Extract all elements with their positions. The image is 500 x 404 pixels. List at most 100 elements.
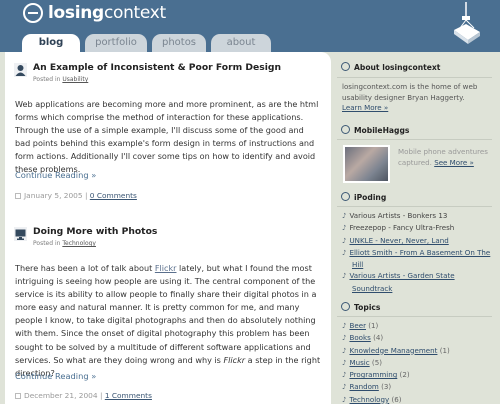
list-item: ♪ Freezepop - Fancy Ultra-Fresh: [342, 222, 494, 234]
topic-link[interactable]: Programming: [349, 370, 397, 379]
topic-link[interactable]: Beer: [349, 321, 366, 330]
topic-count: (1): [368, 321, 379, 330]
sidebar-heading-about: About losingcontext: [341, 62, 440, 72]
mobile-photo-thumbnail[interactable]: [343, 145, 390, 183]
section-bullet-icon: [341, 192, 350, 201]
learn-more-link[interactable]: Learn More »: [342, 103, 388, 112]
blog-post: An Example of Inconsistent & Poor Form D…: [14, 62, 322, 212]
heading-text: About losingcontext: [354, 63, 441, 72]
tab-blog[interactable]: blog: [22, 34, 80, 52]
list-item: ♪ Various Artists - Bonkers 13: [342, 210, 494, 222]
sidebar-heading-topics: Topics: [341, 302, 380, 312]
post-text: lately, but what I found the most intrig…: [15, 263, 317, 365]
list-item: ♪ Random (3): [342, 381, 494, 393]
track-text: Various Artists - Bonkers 13: [349, 211, 448, 220]
sidebar-heading-mobile: MobileHaggs: [341, 125, 409, 135]
meta-separator: |: [84, 191, 88, 200]
about-text: losingcontext.com is the home of web usa…: [342, 82, 492, 114]
track-link[interactable]: Elliott Smith - From A Basement On The H…: [349, 248, 490, 269]
divider: [337, 316, 492, 317]
meta-separator: |: [99, 391, 103, 400]
music-note-icon: ♪: [342, 224, 347, 233]
list-item: ♪ Programming (2): [342, 369, 494, 381]
list-item: ♪ Technology (6): [342, 394, 494, 404]
music-note-icon: ♪: [342, 322, 347, 330]
comments-link[interactable]: 1 Comments: [105, 391, 152, 400]
section-bullet-icon: [341, 125, 350, 134]
site-logo[interactable]: losingcontext: [48, 3, 166, 23]
music-note-icon: ♪: [342, 358, 347, 367]
topic-count: (5): [371, 357, 382, 367]
divider: [337, 139, 492, 140]
list-item: ♪ Beer (1): [342, 320, 494, 332]
topic-count: (3): [381, 382, 392, 392]
section-bullet-icon: [341, 302, 350, 311]
user-icon: [14, 63, 27, 77]
main-content: An Example of Inconsistent & Poor Form D…: [5, 52, 331, 404]
music-note-icon: ♪: [342, 248, 347, 257]
site-header: losingcontext blog portfolio photos abou…: [0, 0, 500, 52]
topic-link[interactable]: Books: [349, 333, 370, 342]
list-item: ♪ Knowledge Management (1): [342, 345, 494, 357]
topic-link[interactable]: Random: [349, 382, 378, 391]
ipod-track-list: ♪ Various Artists - Bonkers 13 ♪ Freezepop…: [342, 210, 494, 294]
topic-link[interactable]: Knowledge Management: [349, 346, 437, 355]
music-note-icon: ♪: [342, 371, 347, 380]
post-title[interactable]: Doing More with Photos: [33, 226, 157, 237]
topic-count: (4): [373, 333, 384, 343]
mobile-text: Mobile phone adventures captured. See Mo…: [398, 147, 488, 168]
crane-icon: [454, 2, 480, 44]
heading-text: iPoding: [354, 193, 387, 202]
comments-link[interactable]: 0 Comments: [90, 191, 137, 200]
list-item: ♪ Books (4): [342, 332, 494, 344]
topic-link[interactable]: Music: [349, 358, 369, 367]
logo-icon[interactable]: [23, 3, 43, 23]
section-bullet-icon: [341, 62, 350, 71]
tab-about[interactable]: about: [211, 34, 271, 52]
music-note-icon: ♪: [342, 272, 347, 281]
post-emphasis: Flickr: [223, 354, 246, 365]
posted-in: Posted in Usability: [33, 76, 88, 83]
post-date: January 5, 2005: [24, 191, 83, 200]
track-link[interactable]: Various Artists - Garden State Soundtrac…: [349, 271, 454, 292]
tab-photos[interactable]: photos: [152, 34, 206, 52]
sidebar: About losingcontext losingcontext.com is…: [337, 52, 497, 404]
post-date: December 21, 2004: [24, 391, 98, 400]
logo-bold: losing: [48, 3, 104, 23]
about-description: losingcontext.com is the home of web usa…: [342, 82, 478, 102]
topic-count: (6): [391, 394, 402, 404]
topic-link[interactable]: Technology: [349, 395, 389, 404]
list-item: ♪ Various Artists - Garden State Soundtra…: [342, 270, 494, 294]
posted-in-label: Posted in: [33, 240, 61, 247]
continue-reading-link[interactable]: Continue Reading »: [15, 371, 96, 381]
topic-count: (2): [399, 370, 410, 380]
post-title[interactable]: An Example of Inconsistent & Poor Form D…: [33, 62, 281, 73]
topic-count: (1): [439, 345, 450, 355]
heading-text: Topics: [354, 303, 381, 312]
calendar-icon: [15, 193, 21, 199]
music-note-icon: ♪: [342, 383, 347, 392]
list-item: ♪ Music (5): [342, 357, 494, 369]
post-meta: January 5, 2005 | 0 Comments: [15, 191, 137, 200]
music-note-icon: ♪: [342, 346, 347, 355]
music-note-icon: ♪: [342, 236, 347, 245]
list-item: ♪ UNKLE - Never, Never, Land: [342, 235, 494, 247]
divider: [337, 206, 492, 207]
music-note-icon: ♪: [342, 212, 347, 220]
track-text: Freezepop - Fancy Ultra-Fresh: [349, 223, 455, 233]
track-link[interactable]: UNKLE - Never, Never, Land: [349, 236, 448, 245]
continue-reading-link[interactable]: Continue Reading »: [15, 170, 96, 180]
category-link[interactable]: Technology: [62, 240, 96, 247]
posted-in: Posted in Technology: [33, 240, 96, 247]
tab-portfolio[interactable]: portfolio: [85, 34, 147, 52]
post-meta: December 21, 2004 | 1 Comments: [15, 391, 152, 400]
logo-light: context: [103, 3, 166, 23]
divider: [337, 77, 492, 78]
category-link[interactable]: Usability: [62, 76, 88, 83]
sidebar-heading-ipoding: iPoding: [341, 192, 386, 202]
monitor-icon: [14, 227, 27, 241]
music-note-icon: ♪: [342, 334, 347, 343]
see-more-link[interactable]: See More »: [434, 158, 474, 167]
post-body: Web applications are becoming more and m…: [15, 99, 319, 175]
flickr-link[interactable]: Flickr: [155, 263, 177, 273]
